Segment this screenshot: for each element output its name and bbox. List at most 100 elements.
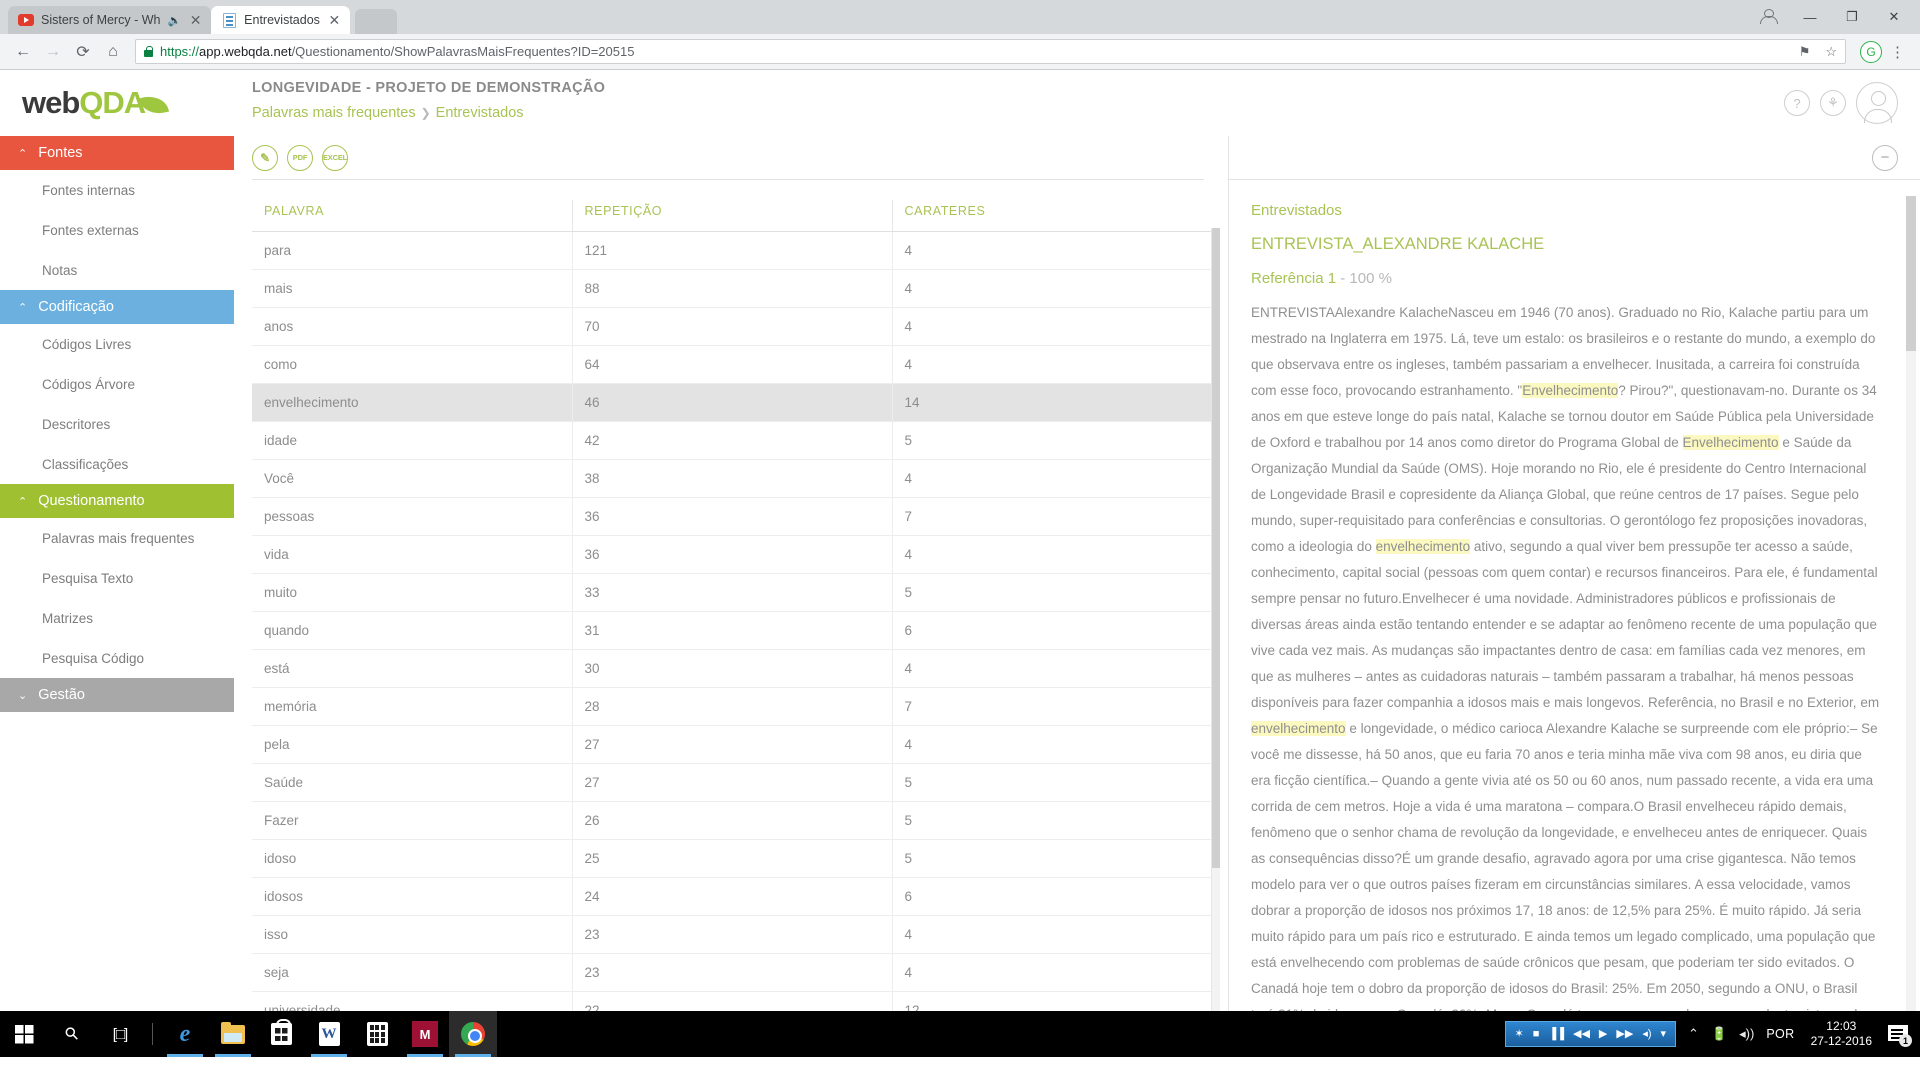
window-maximize-button[interactable]: ❐ bbox=[1832, 2, 1872, 32]
table-row[interactable]: Você 38 4 bbox=[252, 459, 1212, 498]
tab-mute-icon[interactable]: 🔈 bbox=[167, 14, 181, 27]
breadcrumb-parent[interactable]: Palavras mais frequentes bbox=[252, 105, 416, 121]
export-pdf-button[interactable]: PDF bbox=[287, 144, 313, 171]
table-row[interactable]: para 121 4 bbox=[252, 231, 1212, 270]
new-tab-button[interactable] bbox=[354, 9, 397, 34]
detail-document-name[interactable]: ENTREVISTA_ALEXANDRE KALACHE bbox=[1251, 235, 1894, 254]
edge-icon[interactable]: e bbox=[161, 1011, 209, 1057]
table-scrollbar[interactable] bbox=[1211, 228, 1220, 1057]
table-row[interactable]: pela 27 4 bbox=[252, 725, 1212, 764]
user-avatar-icon[interactable] bbox=[1856, 82, 1898, 124]
user-profile-chip[interactable]: G bbox=[1860, 40, 1882, 63]
chrome-icon[interactable] bbox=[449, 1011, 497, 1057]
clock[interactable]: 12:03 27-12-2016 bbox=[1807, 1019, 1876, 1049]
sidebar-item-palavras-mais-frequentes[interactable]: Palavras mais frequentes bbox=[0, 518, 234, 558]
detail-scrollbar[interactable] bbox=[1906, 196, 1916, 1057]
battery-icon[interactable]: 🔋 bbox=[1711, 1026, 1727, 1042]
table-row[interactable]: anos 70 4 bbox=[252, 307, 1212, 346]
chevron-down-icon[interactable]: ▾ bbox=[1661, 1028, 1667, 1040]
sidebar-group-gestao[interactable]: ⌄ Gestão bbox=[0, 678, 234, 712]
reload-button[interactable]: ⟳ bbox=[69, 38, 97, 66]
sidebar-item-classificacoes[interactable]: Classificações bbox=[0, 444, 234, 484]
address-bar[interactable]: https://app.webqda.net/Questionamento/Sh… bbox=[135, 39, 1846, 64]
table-row[interactable]: Fazer 26 5 bbox=[252, 801, 1212, 840]
sidebar-item-fontes-externas[interactable]: Fontes externas bbox=[0, 210, 234, 250]
export-excel-button[interactable]: EXCEL bbox=[322, 144, 348, 171]
notifications-icon[interactable]: 1 bbox=[1888, 1023, 1912, 1047]
table-row[interactable]: memória 28 7 bbox=[252, 687, 1212, 726]
table-row[interactable]: quando 31 6 bbox=[252, 611, 1212, 650]
table-row[interactable]: idade 42 5 bbox=[252, 421, 1212, 460]
award-icon[interactable]: ⚘ bbox=[1820, 90, 1846, 116]
sidebar-group-codificacao[interactable]: ⌃ Codificação bbox=[0, 290, 234, 324]
breadcrumb-current[interactable]: Entrevistados bbox=[436, 105, 524, 121]
detail-source-name[interactable]: Entrevistados bbox=[1251, 202, 1894, 219]
table-row[interactable]: vida 36 4 bbox=[252, 535, 1212, 574]
detail-reference-label: Referência 1 - 100 % bbox=[1251, 270, 1894, 287]
sidebar-item-notas[interactable]: Notas bbox=[0, 250, 234, 290]
next-icon[interactable]: ▶▶ bbox=[1616, 1028, 1633, 1040]
language-indicator[interactable]: POR bbox=[1766, 1027, 1794, 1041]
table-scrollbar-thumb[interactable] bbox=[1212, 228, 1220, 868]
column-header-palavra[interactable]: PALAVRA bbox=[252, 200, 573, 232]
sidebar-item-matrizes[interactable]: Matrizes bbox=[0, 598, 234, 638]
window-minimize-button[interactable]: — bbox=[1790, 2, 1830, 32]
column-header-carateres[interactable]: CARATERES bbox=[892, 200, 1212, 232]
sidebar-item-pesquisa-texto[interactable]: Pesquisa Texto bbox=[0, 558, 234, 598]
browser-tab-2[interactable]: Entrevistados ✕ bbox=[211, 6, 350, 34]
speaker-icon[interactable]: ◂)) bbox=[1739, 1026, 1754, 1042]
calculator-icon[interactable] bbox=[353, 1011, 401, 1057]
home-button[interactable]: ⌂ bbox=[99, 38, 127, 66]
file-explorer-icon[interactable] bbox=[209, 1011, 257, 1057]
start-button[interactable] bbox=[0, 1011, 48, 1057]
browser-tab-1[interactable]: Sisters of Mercy - Wh 🔈 ✕ bbox=[8, 6, 212, 34]
window-controls: — ❐ ✕ bbox=[1748, 0, 1920, 34]
chrome-menu-icon[interactable]: ⋮ bbox=[1884, 43, 1911, 61]
window-close-button[interactable]: ✕ bbox=[1874, 2, 1914, 32]
bookmark-star-icon[interactable]: ☆ bbox=[1825, 44, 1837, 60]
sidebar-item-codigos-livres[interactable]: Códigos Livres bbox=[0, 324, 234, 364]
search-icon[interactable]: ⚲ bbox=[48, 1011, 96, 1057]
sidebar-group-questionamento[interactable]: ⌃ Questionamento bbox=[0, 484, 234, 518]
table-row[interactable]: seja 23 4 bbox=[252, 953, 1212, 992]
table-row[interactable]: envelhecimento 46 14 bbox=[252, 383, 1212, 422]
media-control-widget[interactable]: ✶ ■ ▐▐ ◀◀ ▶ ▶▶ ◂) ▾ bbox=[1504, 1021, 1677, 1047]
sidebar-item-fontes-internas[interactable]: Fontes internas bbox=[0, 170, 234, 210]
task-view-icon[interactable]: [□] bbox=[96, 1011, 144, 1057]
bluetooth-icon[interactable]: ✶ bbox=[1515, 1028, 1524, 1040]
sidebar-group-fontes[interactable]: ⌃ Fontes bbox=[0, 136, 234, 170]
column-header-repeticao[interactable]: REPETIÇÃO bbox=[572, 200, 893, 232]
table-row[interactable]: idoso 25 5 bbox=[252, 839, 1212, 878]
collapse-panel-button[interactable]: − bbox=[1872, 144, 1898, 171]
sidebar-item-descritores[interactable]: Descritores bbox=[0, 404, 234, 444]
table-row[interactable]: pessoas 36 7 bbox=[252, 497, 1212, 536]
show-hidden-icons-icon[interactable]: ⌃ bbox=[1688, 1026, 1699, 1042]
sidebar-item-codigos-arvore[interactable]: Códigos Árvore bbox=[0, 364, 234, 404]
previous-icon[interactable]: ◀◀ bbox=[1573, 1028, 1590, 1040]
detail-scrollbar-thumb[interactable] bbox=[1906, 196, 1916, 351]
table-row[interactable]: idosos 24 6 bbox=[252, 877, 1212, 916]
sidebar-item-pesquisa-codigo[interactable]: Pesquisa Código bbox=[0, 638, 234, 678]
stop-icon[interactable]: ■ bbox=[1533, 1028, 1540, 1040]
table-row[interactable]: muito 33 5 bbox=[252, 573, 1212, 612]
app-logo[interactable]: webQDA bbox=[0, 70, 234, 136]
pin-icon[interactable]: ⚑ bbox=[1799, 44, 1811, 60]
table-row[interactable]: como 64 4 bbox=[252, 345, 1212, 384]
table-row[interactable]: está 30 4 bbox=[252, 649, 1212, 688]
help-icon[interactable]: ? bbox=[1784, 90, 1810, 116]
volume-icon[interactable]: ◂) bbox=[1642, 1028, 1651, 1040]
back-button[interactable]: ← bbox=[9, 38, 37, 66]
table-row[interactable]: Saúde 27 5 bbox=[252, 763, 1212, 802]
tab-close-icon[interactable]: ✕ bbox=[188, 13, 203, 27]
play-icon[interactable]: ▶ bbox=[1599, 1028, 1607, 1040]
pause-icon[interactable]: ▐▐ bbox=[1548, 1028, 1564, 1040]
edit-button[interactable]: ✎ bbox=[252, 144, 278, 171]
microsoft-store-icon[interactable] bbox=[257, 1011, 305, 1057]
table-row[interactable]: isso 23 4 bbox=[252, 915, 1212, 954]
table-row[interactable]: mais 88 4 bbox=[252, 269, 1212, 308]
tab-close-icon[interactable]: ✕ bbox=[327, 13, 342, 27]
chrome-profile-icon[interactable] bbox=[1748, 2, 1788, 32]
forward-button[interactable]: → bbox=[39, 38, 67, 66]
word-icon[interactable]: W bbox=[305, 1011, 353, 1057]
mendeley-icon[interactable]: M bbox=[401, 1011, 449, 1057]
